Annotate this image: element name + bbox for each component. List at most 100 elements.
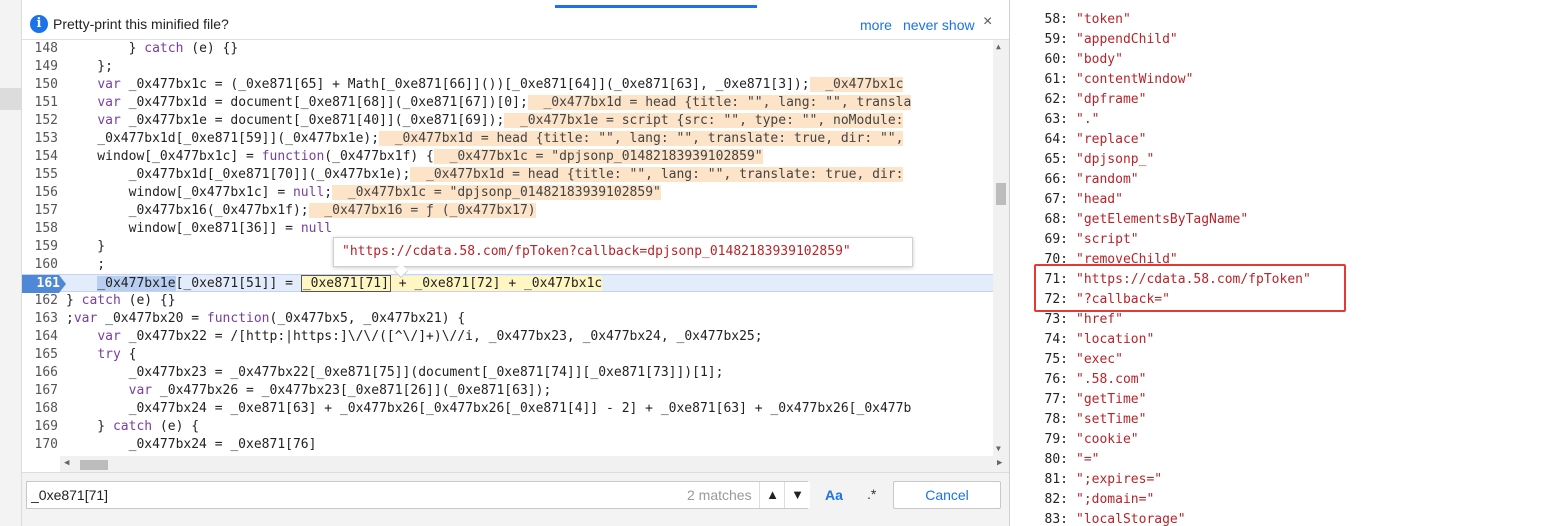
line-number[interactable]: 155 [22, 166, 58, 184]
vertical-scrollbar[interactable]: ▲ ▼ [993, 40, 1009, 456]
line-number[interactable]: 150 [22, 76, 58, 94]
array-index: 64: [1044, 132, 1068, 147]
line-number[interactable]: 167 [22, 382, 58, 400]
code-line-150[interactable]: 150 var _0x477bx1c = (_0xe871[65] + Math… [22, 76, 993, 94]
inline-value: _0x477bx1d = head {title: "", lang: "", … [379, 131, 904, 146]
line-number[interactable]: 159 [22, 238, 58, 256]
line-number[interactable]: 153 [22, 130, 58, 148]
code-line-165[interactable]: 165 try { [22, 346, 993, 364]
code-text: _0x477bx16(_0x477bx1f); _0x477bx16 = ƒ (… [66, 203, 536, 218]
line-number[interactable]: 164 [22, 328, 58, 346]
code-line-155[interactable]: 155 _0x477bx1d[_0xe871[70]](_0x477bx1e);… [22, 166, 993, 184]
array-index: 77: [1044, 392, 1068, 407]
next-match-button[interactable]: ▼ [784, 482, 810, 508]
line-number[interactable]: 170 [22, 436, 58, 454]
value-tooltip: "https://cdata.58.com/fpToken?callback=d… [333, 237, 913, 279]
line-number[interactable]: 166 [22, 364, 58, 382]
code-line-163[interactable]: 163 ;var _0x477bx20 = function(_0x477bx5,… [22, 310, 993, 328]
code-text: _0x477bx23 = _0x477bx22[_0xe871[75]](doc… [66, 365, 724, 380]
array-index: 60: [1044, 52, 1068, 67]
horizontal-scroll-thumb[interactable] [80, 460, 108, 470]
cancel-button[interactable]: Cancel [893, 481, 1001, 509]
scroll-right-icon[interactable]: ▶ [997, 458, 1002, 468]
array-index: 80: [1044, 452, 1068, 467]
line-number[interactable]: 161 [22, 275, 66, 293]
array-value: "location" [1076, 332, 1155, 347]
array-index: 76: [1044, 372, 1068, 387]
code-line-154[interactable]: 154 window[_0x477bx1c] = function(_0x477… [22, 148, 993, 166]
code-line-152[interactable]: 152 var _0x477bx1e = document[_0xe871[40… [22, 112, 993, 130]
tab-strip [22, 0, 1009, 8]
code-line-170[interactable]: 170 _0x477bx24 = _0xe871[76] [22, 436, 993, 454]
inline-value: _0x477bx1c [809, 77, 904, 92]
line-number[interactable]: 149 [22, 58, 58, 76]
vertical-scroll-thumb[interactable] [996, 183, 1006, 205]
scroll-up-icon[interactable]: ▲ [996, 42, 1001, 51]
code-line-161[interactable]: 161 _0x477bx1e[_0xe871[51]] = _0xe871[71… [22, 274, 993, 293]
code-line-164[interactable]: 164 var _0x477bx22 = /[http:|https:]\/\/… [22, 328, 993, 346]
source-editor: i Pretty-print this minified file? more … [22, 0, 1009, 526]
previous-match-button[interactable]: ▲ [759, 482, 785, 508]
line-number[interactable]: 156 [22, 184, 58, 202]
code-line-157[interactable]: 157 _0x477bx16(_0x477bx1f); _0x477bx16 =… [22, 202, 993, 220]
more-link[interactable]: more [860, 17, 892, 33]
line-number[interactable]: 168 [22, 400, 58, 418]
code-line-148[interactable]: 148 } catch (e) {} [22, 40, 993, 58]
never-show-link[interactable]: never show [903, 17, 975, 33]
line-number[interactable]: 152 [22, 112, 58, 130]
code-line-156[interactable]: 156 window[_0x477bx1c] = null; _0x477bx1… [22, 184, 993, 202]
array-index: 78: [1044, 412, 1068, 427]
selected-identifier: _0x477bx1e [97, 276, 176, 291]
code-text: _0x477bx1d[_0xe871[59]](_0x477bx1e); _0x… [66, 131, 904, 146]
line-number[interactable]: 148 [22, 40, 58, 58]
array-value: "setTime" [1076, 412, 1147, 427]
horizontal-scrollbar[interactable]: ◀ ▶ [60, 456, 1009, 472]
line-number[interactable]: 157 [22, 202, 58, 220]
close-icon[interactable]: × [983, 13, 992, 31]
array-value: "=" [1076, 452, 1100, 467]
regex-button[interactable]: .* [867, 486, 876, 502]
array-index: 73: [1044, 312, 1068, 327]
array-value: "dpjsonp_" [1076, 152, 1155, 167]
line-number[interactable]: 163 [22, 310, 58, 328]
scroll-down-icon[interactable]: ▼ [996, 444, 1001, 453]
line-number[interactable]: 151 [22, 94, 58, 112]
array-value: "href" [1076, 312, 1123, 327]
code-line-167[interactable]: 167 var _0x477bx26 = _0x477bx23[_0xe871[… [22, 382, 993, 400]
code-text: ;var _0x477bx20 = function(_0x477bx5, _0… [66, 311, 466, 326]
array-index: 63: [1044, 112, 1068, 127]
array-value: ";domain=" [1076, 492, 1155, 507]
array-index: 74: [1044, 332, 1068, 347]
code-text: _0x477bx1d[_0xe871[70]](_0x477bx1e); _0x… [66, 167, 904, 182]
code-text: }; [66, 59, 113, 74]
inline-value: _0x477bx16 = ƒ (_0x477bx17) [308, 203, 536, 218]
code-line-158[interactable]: 158 window[_0xe871[36]] = null [22, 220, 993, 238]
line-number[interactable]: 160 [22, 256, 58, 274]
line-number[interactable]: 162 [22, 292, 58, 310]
code-line-162[interactable]: 162} catch (e) {} [22, 292, 993, 310]
code-line-153[interactable]: 153 _0x477bx1d[_0xe871[59]](_0x477bx1e);… [22, 130, 993, 148]
array-index: 65: [1044, 152, 1068, 167]
array-index: 69: [1044, 232, 1068, 247]
array-value: "getTime" [1076, 392, 1147, 407]
code-text: var _0x477bx26 = _0x477bx23[_0xe871[26]]… [128, 383, 552, 398]
gutter-marker [0, 88, 22, 110]
array-value: "localStorage" [1076, 512, 1186, 526]
code-line-168[interactable]: 168 _0x477bx24 = _0xe871[63] + _0x477bx2… [22, 400, 993, 418]
line-number[interactable]: 171 [22, 454, 58, 456]
line-number[interactable]: 169 [22, 418, 58, 436]
line-number[interactable]: 154 [22, 148, 58, 166]
code-line-169[interactable]: 169 } catch (e) { [22, 418, 993, 436]
code-text: } catch (e) { [66, 419, 200, 434]
scroll-left-icon[interactable]: ◀ [64, 458, 69, 468]
inline-value: _0x477bx1c = "dpjsonp_01482183939102859" [332, 185, 661, 200]
code-line-151[interactable]: 151 var _0x477bx1d = document[_0xe871[68… [22, 94, 993, 112]
line-number[interactable]: 165 [22, 346, 58, 364]
line-number[interactable]: 158 [22, 220, 58, 238]
info-icon: i [30, 15, 48, 33]
match-case-button[interactable]: Aa [825, 487, 843, 503]
code-line-166[interactable]: 166 _0x477bx23 = _0x477bx22[_0xe871[75]]… [22, 364, 993, 382]
array-value: "removeChild" [1076, 252, 1178, 267]
array-value: "getElementsByTagName" [1076, 212, 1249, 227]
code-line-149[interactable]: 149 }; [22, 58, 993, 76]
